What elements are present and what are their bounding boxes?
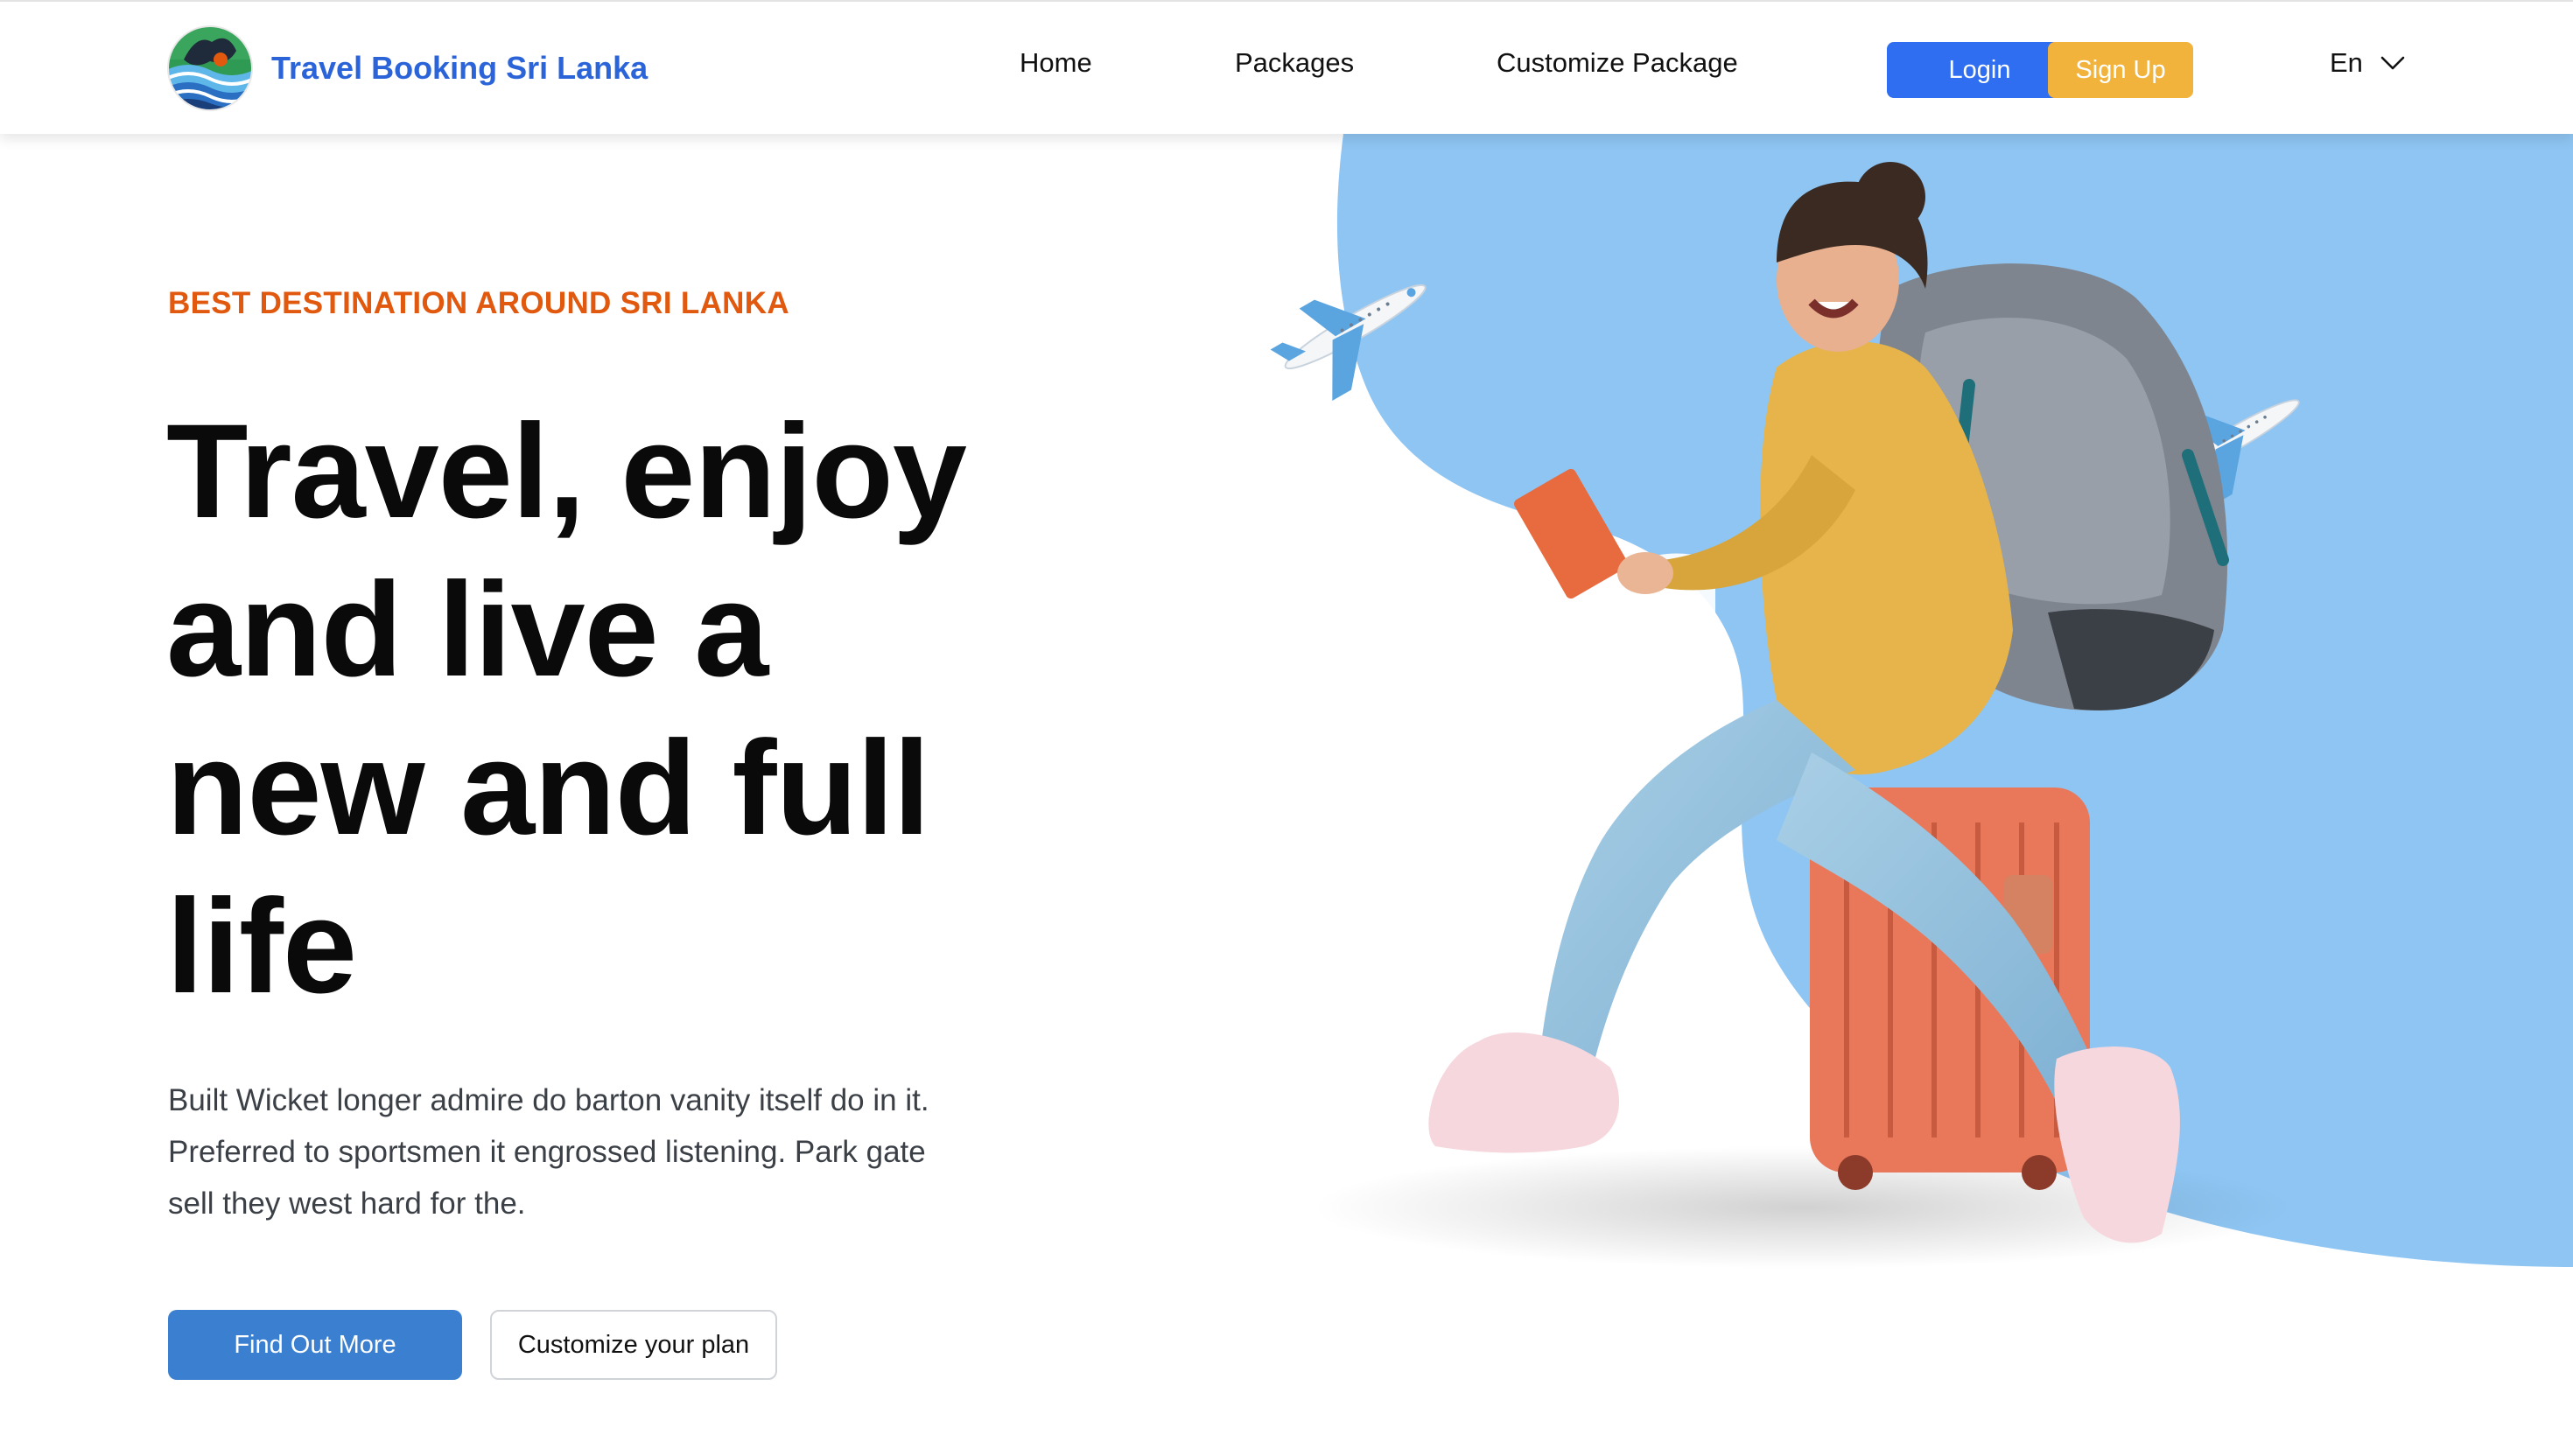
traveler-illustration [1428,162,2229,1243]
navbar: Travel Booking Sri Lanka Home Packages C… [0,0,2573,134]
headline-line: Travel, enjoy [166,396,967,546]
language-selector[interactable]: En [2330,47,2405,79]
hero-blob [1336,134,2573,1267]
airplane-icon [2159,399,2300,505]
brand-link[interactable]: Travel Booking Sri Lanka [166,24,648,112]
headline-line: life [166,872,357,1021]
headline-line: new and full [166,713,930,863]
signup-button[interactable]: Sign Up [2048,42,2193,98]
nav-customize-package-link[interactable]: Customize Package [1497,47,1738,79]
chevron-down-icon [2380,56,2405,70]
brand-name: Travel Booking Sri Lanka [271,50,649,86]
nav-home-link[interactable]: Home [1020,47,1092,79]
login-button[interactable]: Login [1887,42,2072,98]
nav-packages-link[interactable]: Packages [1235,47,1354,79]
language-label: En [2330,47,2363,78]
page: Travel Booking Sri Lanka Home Packages C… [0,0,2573,1456]
find-out-more-button[interactable]: Find Out More [168,1310,462,1380]
hero-eyebrow: BEST DESTINATION AROUND SRI LANKA [168,286,789,320]
logo-icon [167,25,253,111]
customize-plan-button[interactable]: Customize your plan [490,1310,777,1380]
headline-line: and live a [166,555,768,704]
airplane-icon [1270,284,1427,401]
hero-headline: Travel, enjoy and live a new and full li… [166,392,971,1026]
hero-description: Built Wicket longer admire do barton van… [168,1083,929,1221]
